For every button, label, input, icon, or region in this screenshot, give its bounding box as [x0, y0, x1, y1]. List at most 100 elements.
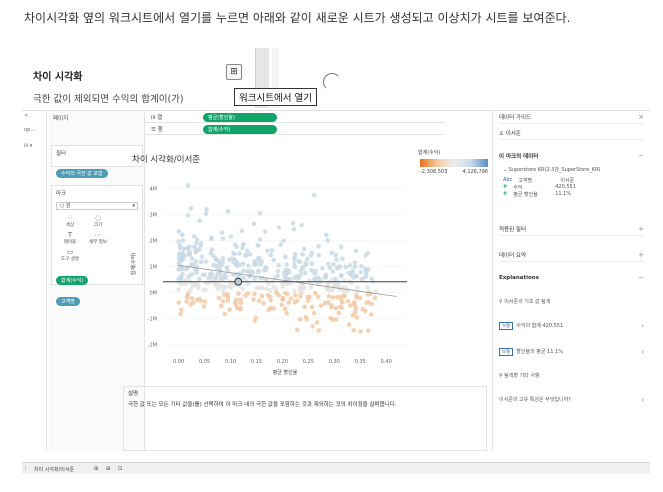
explanation-item[interactable]: 보통 수익의 합계 420,551 › [499, 319, 644, 332]
data-point [331, 261, 336, 267]
data-point [203, 259, 209, 264]
data-point [348, 303, 353, 308]
expand-icon[interactable]: + [638, 225, 644, 233]
size-icon: ◌ [94, 214, 102, 222]
data-point [244, 248, 250, 254]
collapse-icon[interactable]: − [638, 152, 644, 160]
data-point [294, 327, 300, 333]
data-point [346, 322, 352, 327]
tooltip-button[interactable]: ▭ 도구 설명 [56, 248, 84, 262]
columns-shelf[interactable]: iii 열 평균(할인율) [145, 111, 445, 123]
data-point [271, 306, 277, 311]
mark-data-row[interactable]: 이 마크의 데이터 − [499, 149, 644, 162]
label-icon: T [67, 231, 73, 239]
left-strip-item[interactable]: iii ▾ [24, 143, 32, 149]
explanation-item[interactable]: 보통 할인율의 평균 11.1% › [499, 345, 644, 358]
expand-icon[interactable]: + [638, 251, 644, 259]
data-point [262, 229, 268, 235]
chevron-right-icon[interactable]: › [641, 322, 644, 330]
detail-icon: ⋯ [94, 231, 102, 239]
explanations-row[interactable]: Explanations − [499, 271, 644, 284]
data-point [213, 275, 219, 281]
data-point [238, 297, 244, 303]
dimension-icon: Abc [503, 177, 513, 183]
data-point [247, 273, 253, 279]
data-source-icon[interactable]: ⁝ [25, 466, 27, 472]
filter-pill[interactable]: 수익의 극한 값 포함 [56, 169, 108, 178]
data-point [303, 261, 309, 266]
data-point [204, 207, 210, 212]
data-point [264, 286, 269, 292]
data-point [345, 298, 351, 304]
data-point [358, 329, 363, 334]
data-point [265, 292, 271, 298]
detail-button[interactable]: ⋯ 세부 정보 [84, 231, 112, 245]
left-strip-item[interactable]: up... [24, 127, 35, 133]
data-point [228, 234, 234, 239]
collapse-icon[interactable]: − [638, 274, 644, 282]
data-point [346, 270, 352, 276]
data-point [264, 248, 270, 254]
caption-text: 차이시각화 옆의 워크시트에서 열기를 누르면 아래와 같이 새로운 시트가 생… [24, 11, 571, 25]
new-sheet-icon[interactable]: ⊞ [94, 466, 98, 472]
color-legend: 합계(수익) -2,308,503 4,126,796 [418, 149, 490, 189]
data-point [268, 252, 274, 258]
chevron-right-icon[interactable]: › [641, 396, 644, 404]
data-point [234, 259, 240, 265]
data-point [197, 218, 203, 223]
collapse-arrow-icon[interactable]: < [24, 113, 28, 119]
other-explore-row: ⚲ 탐색할 기타 사항 [499, 373, 540, 379]
marks-detail-pill[interactable]: 고객명 [56, 297, 80, 306]
data-point [330, 317, 335, 323]
data-point [359, 276, 365, 282]
new-story-icon[interactable]: ⊡ [118, 466, 122, 472]
scatter-chart[interactable]: 4M 3M 2M 1M 0M -1M -2M 0.00 0.05 0.10 0.15 0.20 0.25… [123, 149, 413, 381]
open-worksheet-icon[interactable]: ⊞ [226, 64, 242, 80]
data-point [200, 272, 206, 278]
data-point [354, 315, 360, 320]
data-point [261, 301, 266, 306]
description-text: 극한 값 또는 모든 기타 값을(를) 선택하여 이 마크 내의 극한 값을 포… [128, 402, 397, 408]
data-point [183, 266, 189, 272]
tableau-workspace: < up... iii ▾ 페이지 필터 수익의 극한 값 포함 마크 ○ 원 ▾… [22, 110, 650, 462]
guide-header-row: 데이터 가이드 × [499, 111, 644, 124]
data-point [260, 275, 266, 281]
color-icon: ⁘ [67, 214, 73, 222]
data-point [188, 302, 193, 307]
guide-person: 이서준 [505, 131, 521, 137]
data-point [218, 275, 224, 280]
data-point [225, 209, 231, 214]
data-point [304, 317, 310, 322]
data-point [271, 284, 277, 290]
data-point [297, 285, 302, 291]
size-button[interactable]: ◌ 크기 [84, 214, 112, 228]
data-point [340, 256, 345, 261]
columns-pill[interactable]: 평균(할인율) [203, 112, 277, 122]
marks-color-pill[interactable]: 합계(수익) [56, 276, 89, 285]
explore-base-row: ⚲ 이서준의 기초 값 탐색 [499, 299, 551, 305]
new-dashboard-icon[interactable]: ⊞ [106, 466, 110, 472]
data-point [201, 304, 207, 309]
rows-shelf[interactable]: ☰ 행 합계(수익) [145, 123, 445, 135]
close-icon[interactable]: × [638, 113, 644, 121]
sheet-tab[interactable]: 차이 시각화/이서준 [34, 466, 74, 473]
data-point [251, 221, 257, 226]
data-point [368, 312, 374, 317]
rows-pill[interactable]: 합계(수익) [203, 124, 277, 134]
data-point [330, 288, 335, 293]
unique-traits-row[interactable]: 이서준의 고유 특성은 무엇입니까? › [499, 393, 644, 406]
x-tick-label: 0.15 [251, 359, 262, 365]
color-button[interactable]: ⁘ 색상 [56, 214, 84, 228]
data-point [326, 293, 332, 299]
data-summary-row[interactable]: 데이터 요약 + [499, 249, 644, 262]
data-point [278, 242, 284, 248]
chevron-right-icon[interactable]: › [641, 348, 644, 356]
source-name[interactable]: Superstore KR(2.3강_SuperStore_KR) [509, 167, 601, 173]
applied-filters-row[interactable]: 적용된 필터 + [499, 223, 644, 236]
data-point [237, 251, 242, 256]
data-point [330, 295, 336, 300]
data-point [189, 256, 195, 262]
label-button[interactable]: T 레이블 [56, 231, 84, 245]
data-point [179, 232, 185, 237]
data-point [184, 299, 189, 304]
